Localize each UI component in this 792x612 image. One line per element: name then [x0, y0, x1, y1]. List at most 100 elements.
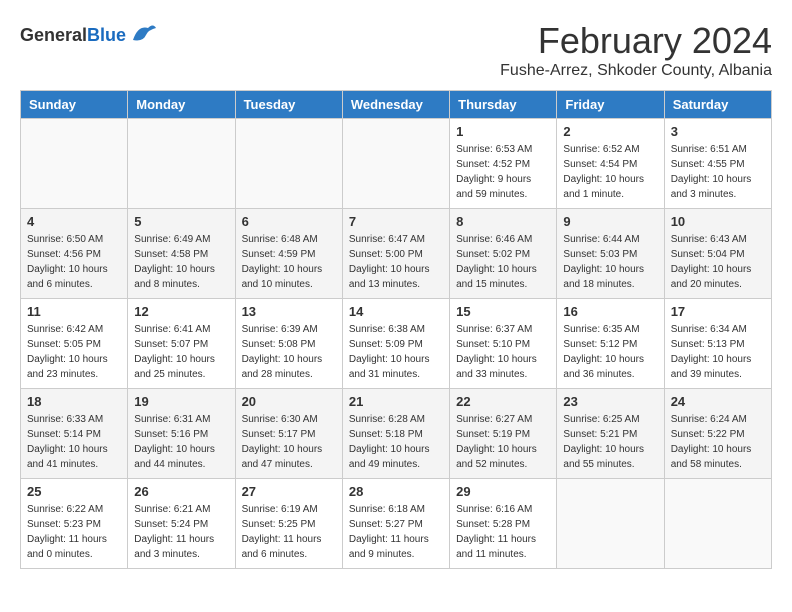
day-number: 4	[27, 214, 121, 229]
day-number: 3	[671, 124, 765, 139]
table-row	[664, 479, 771, 569]
day-info: Sunrise: 6:51 AM Sunset: 4:55 PM Dayligh…	[671, 142, 765, 202]
day-info: Sunrise: 6:43 AM Sunset: 5:04 PM Dayligh…	[671, 232, 765, 292]
table-row: 11 Sunrise: 6:42 AM Sunset: 5:05 PM Dayli…	[21, 299, 128, 389]
day-number: 23	[563, 394, 657, 409]
day-number: 15	[456, 304, 550, 319]
day-info: Sunrise: 6:16 AM Sunset: 5:28 PM Dayligh…	[456, 502, 550, 562]
table-row: 19 Sunrise: 6:31 AM Sunset: 5:16 PM Dayli…	[128, 389, 235, 479]
table-row: 23 Sunrise: 6:25 AM Sunset: 5:21 PM Dayli…	[557, 389, 664, 479]
table-row	[21, 119, 128, 209]
table-row: 26 Sunrise: 6:21 AM Sunset: 5:24 PM Dayli…	[128, 479, 235, 569]
table-row: 2 Sunrise: 6:52 AM Sunset: 4:54 PM Daylig…	[557, 119, 664, 209]
header-wednesday: Wednesday	[342, 91, 449, 119]
day-number: 25	[27, 484, 121, 499]
day-number: 21	[349, 394, 443, 409]
day-info: Sunrise: 6:24 AM Sunset: 5:22 PM Dayligh…	[671, 412, 765, 472]
logo-general: General	[20, 25, 87, 45]
calendar-week-row: 4 Sunrise: 6:50 AM Sunset: 4:56 PM Daylig…	[21, 209, 772, 299]
table-row: 24 Sunrise: 6:24 AM Sunset: 5:22 PM Dayli…	[664, 389, 771, 479]
logo-bird-icon	[128, 20, 158, 50]
day-number: 28	[349, 484, 443, 499]
day-info: Sunrise: 6:31 AM Sunset: 5:16 PM Dayligh…	[134, 412, 228, 472]
day-info: Sunrise: 6:44 AM Sunset: 5:03 PM Dayligh…	[563, 232, 657, 292]
calendar-table: Sunday Monday Tuesday Wednesday Thursday…	[20, 90, 772, 569]
day-number: 8	[456, 214, 550, 229]
table-row	[128, 119, 235, 209]
table-row: 6 Sunrise: 6:48 AM Sunset: 4:59 PM Daylig…	[235, 209, 342, 299]
day-info: Sunrise: 6:38 AM Sunset: 5:09 PM Dayligh…	[349, 322, 443, 382]
table-row: 5 Sunrise: 6:49 AM Sunset: 4:58 PM Daylig…	[128, 209, 235, 299]
location-title: Fushe-Arrez, Shkoder County, Albania	[500, 62, 772, 80]
day-info: Sunrise: 6:22 AM Sunset: 5:23 PM Dayligh…	[27, 502, 121, 562]
table-row: 28 Sunrise: 6:18 AM Sunset: 5:27 PM Dayli…	[342, 479, 449, 569]
table-row: 21 Sunrise: 6:28 AM Sunset: 5:18 PM Dayli…	[342, 389, 449, 479]
day-number: 1	[456, 124, 550, 139]
header-friday: Friday	[557, 91, 664, 119]
day-number: 16	[563, 304, 657, 319]
day-number: 14	[349, 304, 443, 319]
day-info: Sunrise: 6:48 AM Sunset: 4:59 PM Dayligh…	[242, 232, 336, 292]
logo-blue: Blue	[87, 25, 126, 45]
day-number: 6	[242, 214, 336, 229]
header-monday: Monday	[128, 91, 235, 119]
day-info: Sunrise: 6:47 AM Sunset: 5:00 PM Dayligh…	[349, 232, 443, 292]
day-number: 24	[671, 394, 765, 409]
logo: GeneralBlue	[20, 20, 158, 50]
table-row	[557, 479, 664, 569]
day-number: 9	[563, 214, 657, 229]
table-row	[342, 119, 449, 209]
table-row: 9 Sunrise: 6:44 AM Sunset: 5:03 PM Daylig…	[557, 209, 664, 299]
table-row: 17 Sunrise: 6:34 AM Sunset: 5:13 PM Dayli…	[664, 299, 771, 389]
day-number: 26	[134, 484, 228, 499]
day-number: 10	[671, 214, 765, 229]
day-info: Sunrise: 6:37 AM Sunset: 5:10 PM Dayligh…	[456, 322, 550, 382]
day-info: Sunrise: 6:50 AM Sunset: 4:56 PM Dayligh…	[27, 232, 121, 292]
day-info: Sunrise: 6:28 AM Sunset: 5:18 PM Dayligh…	[349, 412, 443, 472]
day-number: 12	[134, 304, 228, 319]
table-row: 20Sunrise: 6:30 AM Sunset: 5:17 PM Dayli…	[235, 389, 342, 479]
day-info: Sunrise: 6:41 AM Sunset: 5:07 PM Dayligh…	[134, 322, 228, 382]
calendar-week-row: 11 Sunrise: 6:42 AM Sunset: 5:05 PM Dayli…	[21, 299, 772, 389]
day-info: Sunrise: 6:52 AM Sunset: 4:54 PM Dayligh…	[563, 142, 657, 202]
table-row: 10 Sunrise: 6:43 AM Sunset: 5:04 PM Dayli…	[664, 209, 771, 299]
day-info: Sunrise: 6:18 AM Sunset: 5:27 PM Dayligh…	[349, 502, 443, 562]
day-number: 5	[134, 214, 228, 229]
month-title: February 2024	[500, 20, 772, 62]
day-number: 11	[27, 304, 121, 319]
table-row: 16Sunrise: 6:35 AM Sunset: 5:12 PM Dayli…	[557, 299, 664, 389]
table-row: 4 Sunrise: 6:50 AM Sunset: 4:56 PM Daylig…	[21, 209, 128, 299]
day-number: 29	[456, 484, 550, 499]
calendar-week-row: 1Sunrise: 6:53 AM Sunset: 4:52 PM Daylig…	[21, 119, 772, 209]
day-info: Sunrise: 6:42 AM Sunset: 5:05 PM Dayligh…	[27, 322, 121, 382]
table-row: 12 Sunrise: 6:41 AM Sunset: 5:07 PM Dayli…	[128, 299, 235, 389]
day-info: Sunrise: 6:21 AM Sunset: 5:24 PM Dayligh…	[134, 502, 228, 562]
day-info: Sunrise: 6:25 AM Sunset: 5:21 PM Dayligh…	[563, 412, 657, 472]
table-row: 8 Sunrise: 6:46 AM Sunset: 5:02 PM Daylig…	[450, 209, 557, 299]
table-row: 14 Sunrise: 6:38 AM Sunset: 5:09 PM Dayli…	[342, 299, 449, 389]
header-thursday: Thursday	[450, 91, 557, 119]
table-row: 3 Sunrise: 6:51 AM Sunset: 4:55 PM Daylig…	[664, 119, 771, 209]
table-row: 7 Sunrise: 6:47 AM Sunset: 5:00 PM Daylig…	[342, 209, 449, 299]
table-row	[235, 119, 342, 209]
day-info: Sunrise: 6:34 AM Sunset: 5:13 PM Dayligh…	[671, 322, 765, 382]
day-number: 20	[242, 394, 336, 409]
day-number: 17	[671, 304, 765, 319]
table-row: 15 Sunrise: 6:37 AM Sunset: 5:10 PM Dayli…	[450, 299, 557, 389]
day-number: 19	[134, 394, 228, 409]
table-row: 22Sunrise: 6:27 AM Sunset: 5:19 PM Dayli…	[450, 389, 557, 479]
day-info: Sunrise: 6:46 AM Sunset: 5:02 PM Dayligh…	[456, 232, 550, 292]
day-number: 18	[27, 394, 121, 409]
calendar-week-row: 25 Sunrise: 6:22 AM Sunset: 5:23 PM Dayli…	[21, 479, 772, 569]
day-number: 13	[242, 304, 336, 319]
table-row: 1Sunrise: 6:53 AM Sunset: 4:52 PM Daylig…	[450, 119, 557, 209]
header-saturday: Saturday	[664, 91, 771, 119]
header-tuesday: Tuesday	[235, 91, 342, 119]
day-number: 2	[563, 124, 657, 139]
table-row: 13Sunrise: 6:39 AM Sunset: 5:08 PM Dayli…	[235, 299, 342, 389]
day-info: Sunrise: 6:19 AM Sunset: 5:25 PM Dayligh…	[242, 502, 336, 562]
day-number: 7	[349, 214, 443, 229]
day-info: Sunrise: 6:49 AM Sunset: 4:58 PM Dayligh…	[134, 232, 228, 292]
table-row: 18Sunrise: 6:33 AM Sunset: 5:14 PM Dayli…	[21, 389, 128, 479]
calendar-header-row: Sunday Monday Tuesday Wednesday Thursday…	[21, 91, 772, 119]
